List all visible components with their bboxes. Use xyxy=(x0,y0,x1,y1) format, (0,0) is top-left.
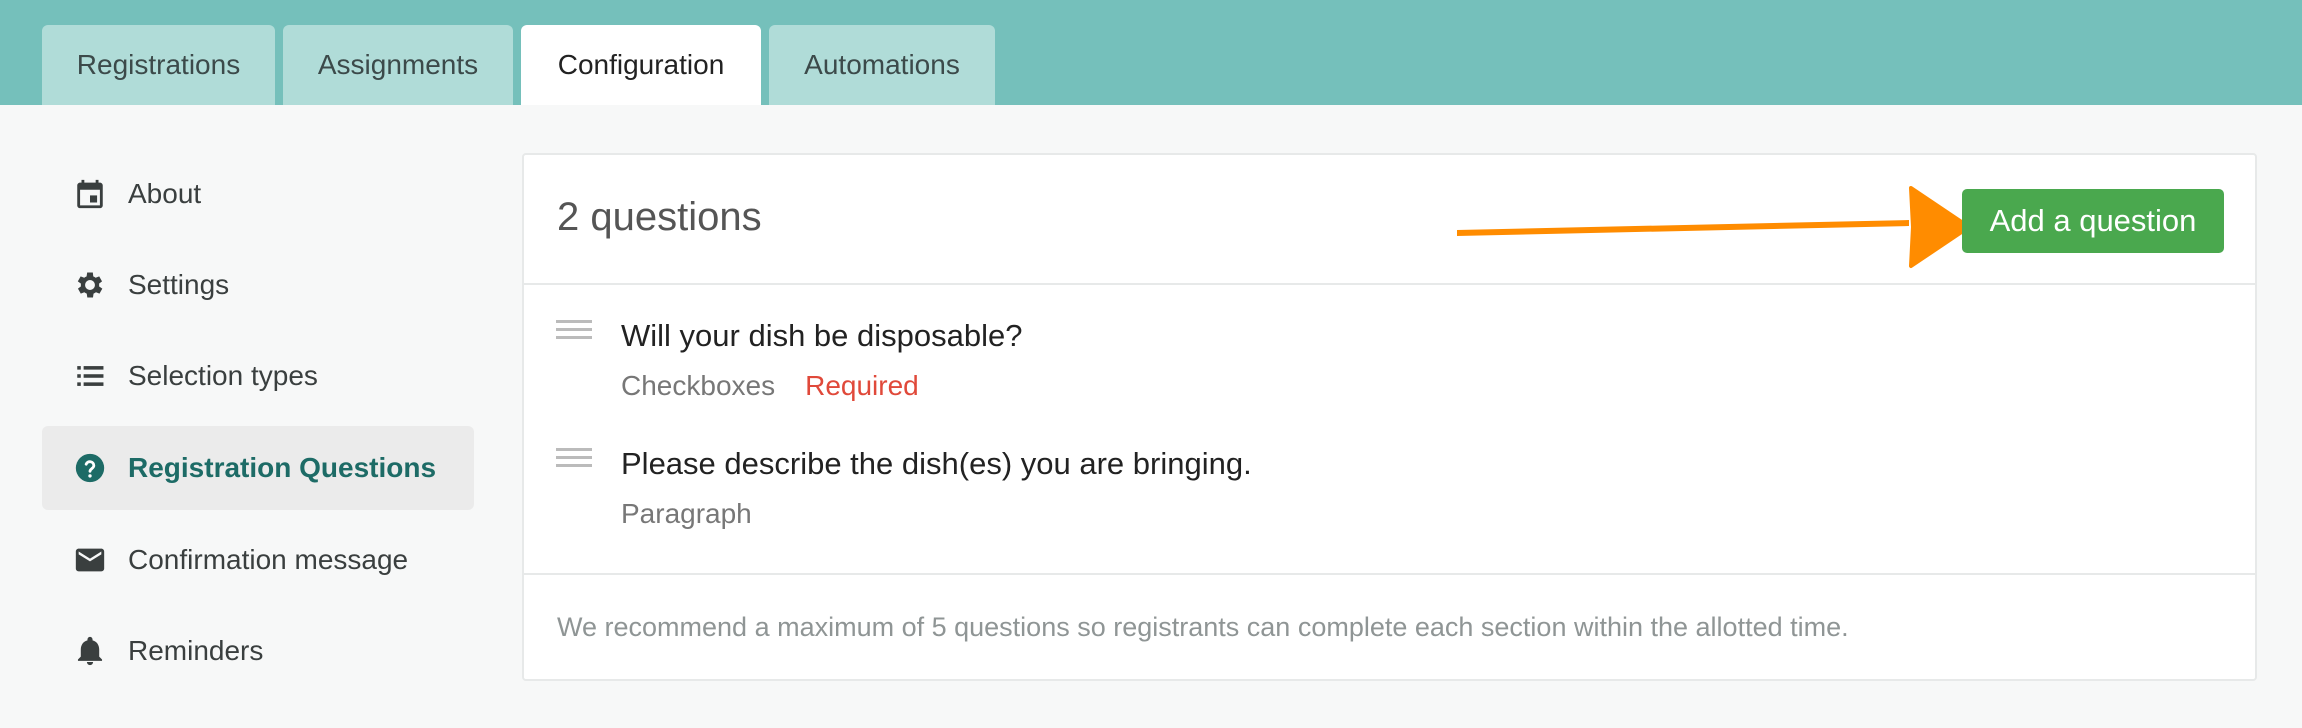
sidebar-item-label: Reminders xyxy=(128,635,264,666)
question-title: Please describe the dish(es) you are bri… xyxy=(621,446,1252,481)
sidebar-item-settings[interactable]: Settings xyxy=(42,243,474,327)
sidebar-item-label: Registration Questions xyxy=(128,452,437,483)
tab-assignments[interactable]: Assignments xyxy=(283,25,513,105)
sidebar-item-registration-questions[interactable]: Registration Questions xyxy=(42,426,474,510)
top-tab-bar: Registrations Assignments Configuration … xyxy=(0,0,2302,105)
sidebar-item-label: Confirmation message xyxy=(128,544,409,575)
sidebar-item-label: Settings xyxy=(128,269,230,300)
list-icon xyxy=(72,358,108,394)
question-circle-icon xyxy=(72,450,108,486)
sidebar-item-selection-types[interactable]: Selection types xyxy=(42,334,474,418)
sidebar-item-about[interactable]: About xyxy=(42,152,474,236)
sidebar-item-reminders[interactable]: Reminders xyxy=(42,609,474,693)
tab-configuration[interactable]: Configuration xyxy=(521,25,761,105)
recommendation-note: We recommend a maximum of 5 questions so… xyxy=(557,612,1849,642)
questions-panel: 2 questions Add a question Will your dis… xyxy=(522,153,2257,681)
tab-automations[interactable]: Automations xyxy=(769,25,995,105)
list-item[interactable]: Please describe the dish(es) you are bri… xyxy=(524,446,2255,566)
sidebar-item-label: About xyxy=(128,178,202,209)
add-question-button[interactable]: Add a question xyxy=(1962,189,2224,253)
question-type: Checkboxes xyxy=(621,370,776,401)
drag-handle-icon[interactable] xyxy=(556,446,592,476)
question-title: Will your dish be disposable? xyxy=(621,318,1023,353)
list-item[interactable]: Will your dish be disposable? Checkboxes… xyxy=(524,318,2255,438)
tab-label: Automations xyxy=(804,49,960,80)
envelope-icon xyxy=(72,542,108,578)
panel-header: 2 questions Add a question xyxy=(524,155,2255,285)
panel-footer: We recommend a maximum of 5 questions so… xyxy=(524,573,2255,681)
gear-icon xyxy=(72,267,108,303)
question-type: Paragraph xyxy=(621,498,752,529)
question-meta: Paragraph xyxy=(621,498,752,530)
sidebar-item-confirmation-message[interactable]: Confirmation message xyxy=(42,518,474,602)
required-badge: Required xyxy=(805,370,919,401)
tab-label: Registrations xyxy=(76,49,241,80)
annotation-arrow-icon xyxy=(1457,186,1964,268)
drag-handle-icon[interactable] xyxy=(556,318,592,348)
tab-registrations[interactable]: Registrations xyxy=(42,25,275,105)
bell-icon xyxy=(72,633,108,669)
tab-label: Assignments xyxy=(317,49,479,80)
question-meta: Checkboxes Required xyxy=(621,370,919,402)
sidebar-item-label: Selection types xyxy=(128,360,318,391)
calendar-icon xyxy=(72,176,108,212)
tab-label: Configuration xyxy=(557,49,725,80)
